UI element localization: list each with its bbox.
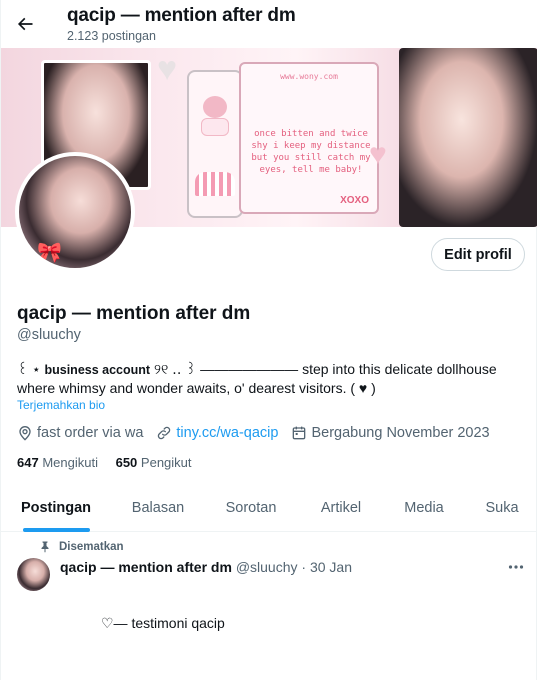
following-link[interactable]: 647 Mengikuti — [17, 455, 98, 470]
calendar-icon — [293, 426, 306, 440]
active-tab-indicator — [23, 528, 90, 532]
alpaca-body — [201, 118, 229, 136]
alpaca-head — [203, 96, 227, 118]
profile-handle: @sluuchy — [17, 327, 81, 343]
tweet-avatar[interactable] — [17, 558, 50, 591]
post-count: 2.123 postingan — [67, 29, 156, 43]
map-pin-icon — [19, 425, 31, 441]
phone-illustration — [187, 70, 243, 218]
followers-count: 650 — [115, 455, 138, 470]
profile-bio: ꒰ ⋆ business account ୨୧ ‥ ꒱ ——————— step… — [17, 360, 525, 397]
striped-awning — [195, 172, 235, 196]
tweet-date[interactable]: 30 Jan — [310, 559, 352, 575]
profile-page: qacip — mention after dm 2.123 postingan… — [0, 0, 537, 680]
profile-meta: fast order via wa tiny.cc/wa-qacip Berga… — [17, 423, 503, 443]
tab-balasan[interactable]: Balasan — [113, 484, 203, 532]
tweet-separator: · — [301, 559, 307, 575]
top-bar: qacip — mention after dm 2.123 postingan — [1, 0, 537, 48]
tweet-text: ♡— testimoni qacip — [101, 615, 225, 631]
joined-text: Bergabung November 2023 — [311, 425, 490, 441]
joined-item: Bergabung November 2023 — [291, 425, 490, 441]
banner-photo-right — [399, 48, 537, 227]
following-label: Mengikuti — [42, 455, 98, 470]
arrow-left-icon — [17, 17, 33, 31]
tab-postingan[interactable]: Postingan — [11, 484, 101, 532]
banner-poem: once bitten and twice shy i keep my dist… — [251, 129, 371, 175]
pinned-label: Disematkan — [59, 540, 124, 553]
more-dots-icon — [508, 565, 524, 569]
followers-link[interactable]: 650 Pengikut — [116, 455, 192, 470]
banner-signoff: XOXO — [340, 195, 369, 206]
follow-stats: 647 Mengikuti 650 Pengikut — [17, 455, 206, 470]
banner-url: www.wony.com — [280, 72, 338, 81]
website-item[interactable]: tiny.cc/wa-qacip — [156, 425, 278, 441]
following-count: 647 — [17, 455, 39, 470]
heart-decoration: ♥ — [369, 138, 387, 171]
pin-icon — [41, 541, 49, 553]
tab-sorotan[interactable]: Sorotan — [206, 484, 296, 532]
header-title: qacip — mention after dm — [67, 5, 296, 26]
link-icon — [158, 426, 171, 440]
profile-tabs: Postingan Balasan Sorotan Artikel Media … — [1, 484, 537, 532]
heart-decoration: ♥ — [157, 50, 178, 88]
tweet-author-handle[interactable]: @sluuchy — [236, 559, 298, 575]
pinned-indicator: Disematkan — [39, 540, 124, 553]
back-button[interactable] — [9, 8, 41, 40]
location-item: fast order via wa — [17, 425, 143, 441]
followers-label: Pengikut — [140, 455, 192, 470]
banner-note-card: www.wony.com once bitten and twice shy i… — [239, 62, 379, 214]
tab-artikel[interactable]: Artikel — [296, 484, 386, 532]
edit-profile-button[interactable]: Edit profil — [431, 238, 525, 271]
website-link[interactable]: tiny.cc/wa-qacip — [176, 425, 278, 441]
bow-decoration: 🎀 — [37, 242, 62, 264]
tab-suka[interactable]: Suka — [463, 484, 537, 532]
more-button[interactable] — [505, 558, 527, 576]
profile-avatar[interactable]: 🎀 — [15, 152, 135, 272]
bio-lead: ꒰ ⋆ — [17, 361, 45, 377]
bio-bold: business account — [44, 363, 151, 377]
tab-media[interactable]: Media — [379, 484, 469, 532]
location-text: fast order via wa — [37, 425, 144, 441]
translate-bio-link[interactable]: Terjemahkan bio — [17, 398, 105, 412]
tweet-header: qacip — mention after dm @sluuchy · 30 J… — [60, 559, 352, 575]
profile-name: qacip — mention after dm — [17, 303, 251, 324]
tweet-author-name[interactable]: qacip — mention after dm — [60, 559, 232, 575]
